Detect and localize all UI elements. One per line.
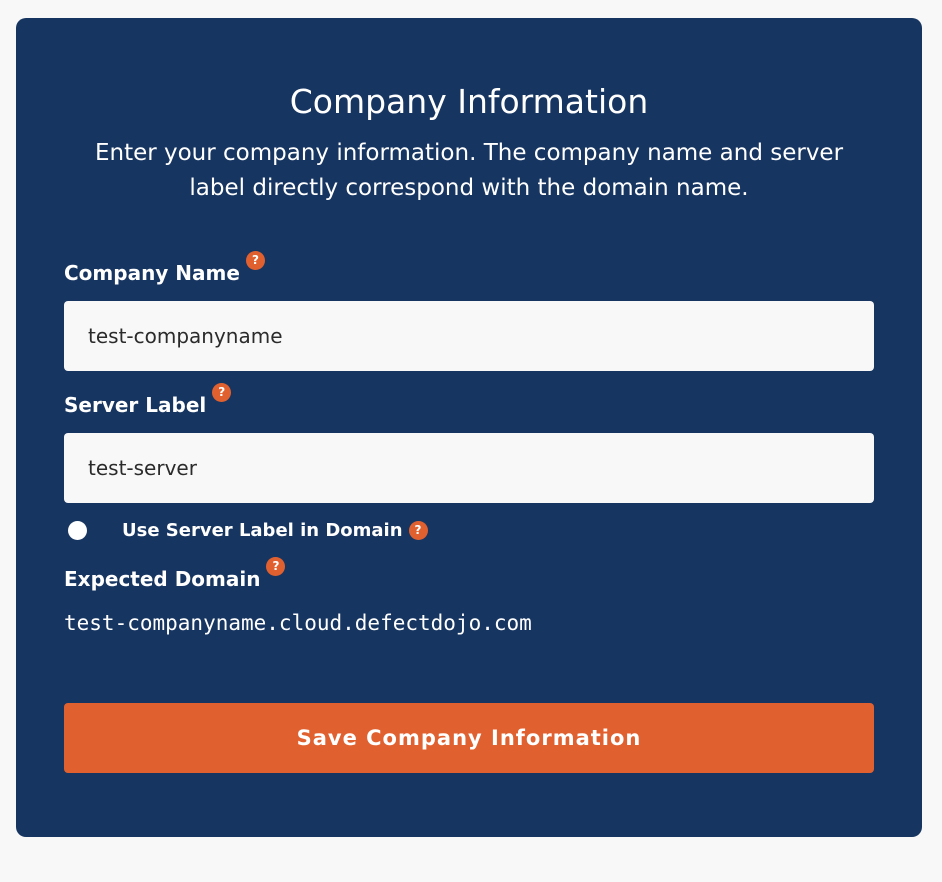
use-server-label-toggle-label: Use Server Label in Domain <box>122 520 403 541</box>
form-description: Enter your company information. The comp… <box>94 140 844 201</box>
company-name-input[interactable] <box>64 301 874 371</box>
company-name-label-text: Company Name <box>64 261 240 285</box>
expected-domain-value: test-companyname.cloud.defectdojo.com <box>64 611 532 635</box>
server-label-input[interactable] <box>64 433 874 503</box>
expected-domain-label-text: Expected Domain <box>64 567 261 591</box>
use-server-label-toggle-row: Use Server Label in Domain ? <box>68 520 428 541</box>
server-label-help-icon[interactable]: ? <box>212 383 232 402</box>
use-server-label-help-icon[interactable]: ? <box>408 521 428 540</box>
company-name-label: Company Name ? <box>64 251 265 286</box>
server-label-label: Server Label ? <box>64 383 232 418</box>
server-label-label-text: Server Label <box>64 393 207 417</box>
expected-domain-help-icon[interactable]: ? <box>266 557 286 576</box>
page-title: Company Information <box>289 82 649 121</box>
company-name-help-icon[interactable]: ? <box>245 251 265 270</box>
expected-domain-label: Expected Domain ? <box>64 557 286 592</box>
use-server-label-toggle[interactable] <box>68 521 87 540</box>
company-information-card: Company Information Enter your company i… <box>16 18 922 837</box>
save-company-information-button[interactable]: Save Company Information <box>64 703 874 773</box>
